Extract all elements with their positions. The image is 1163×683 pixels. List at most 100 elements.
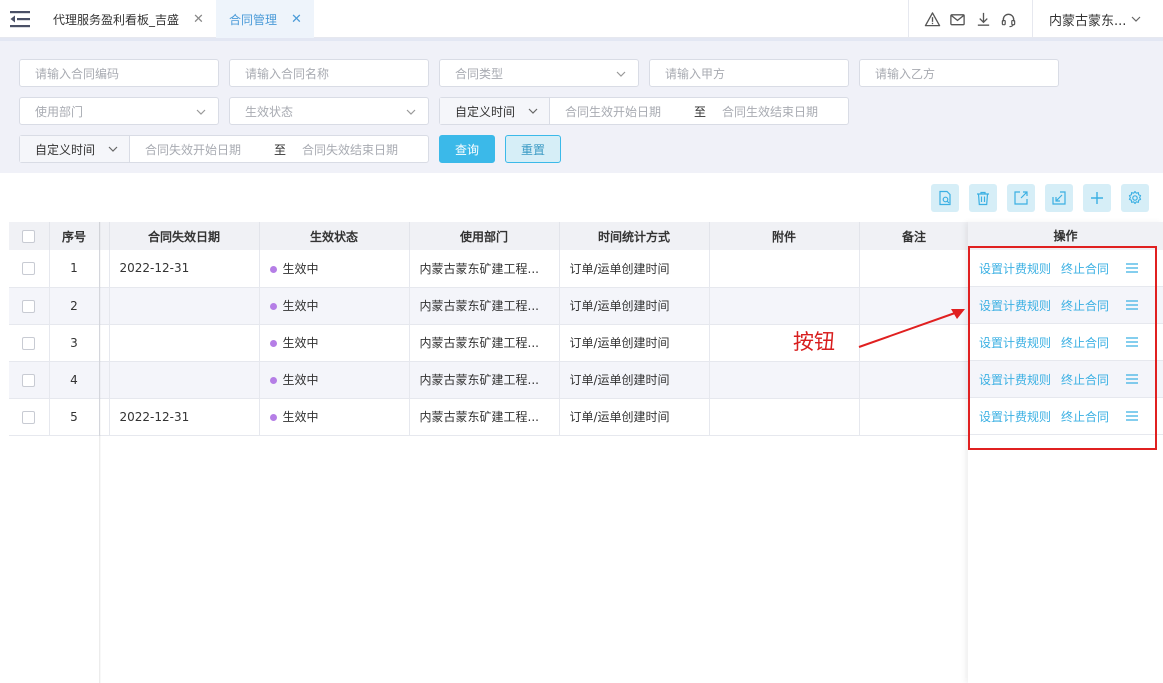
- export-icon: [1014, 191, 1028, 205]
- contract-type-select[interactable]: 合同类型: [439, 59, 639, 87]
- table-header-row: 序号 合同失效日期 生效状态 使用部门 时间统计方式 附件 备注: [9, 222, 970, 250]
- column-header[interactable]: 附件: [709, 222, 860, 250]
- department-cell: 内蒙古蒙东矿建工程...: [409, 398, 560, 436]
- range-separator: 至: [274, 142, 287, 157]
- row-select-cell: [9, 361, 50, 399]
- menu-fold-icon[interactable]: [8, 8, 32, 30]
- status-dot: [269, 414, 277, 421]
- expire-date-cell: [109, 287, 260, 325]
- mail-icon[interactable]: [949, 11, 966, 28]
- download-icon[interactable]: [975, 11, 992, 28]
- contract-name-input[interactable]: 请输入合同名称: [229, 59, 429, 87]
- tab-profit-board[interactable]: 代理服务盈利看板_吉盛 ✕: [40, 0, 216, 38]
- row-number: 1: [49, 250, 100, 288]
- time-mode-cell: 订单/运单创建时间: [559, 324, 710, 362]
- expire-date-cell: [109, 361, 260, 399]
- expire-start-date-input[interactable]: 合同失效开始日期: [130, 141, 274, 158]
- query-button[interactable]: 查询: [439, 135, 495, 163]
- expire-date-range: 自定义时间 合同失效开始日期 至 合同失效结束日期: [19, 135, 429, 163]
- tab-label: 合同管理: [229, 12, 278, 27]
- document-search-icon: [939, 190, 951, 206]
- expire-date-cell: [109, 324, 260, 362]
- row-checkbox[interactable]: [22, 410, 36, 424]
- table-row[interactable]: 1 2022-12-31 生效中 内蒙古蒙东矿建工程... 订单/运单创建时间: [9, 250, 970, 288]
- status-select[interactable]: 生效状态: [229, 97, 429, 125]
- column-header[interactable]: 使用部门: [409, 222, 560, 250]
- department-cell: 内蒙古蒙东矿建工程...: [409, 361, 560, 399]
- status-cell: 生效中: [259, 287, 410, 325]
- tab-contract-management[interactable]: 合同管理 ✕: [216, 0, 314, 38]
- department-cell: 内蒙古蒙东矿建工程...: [409, 250, 560, 288]
- time-mode-select[interactable]: 自定义时间: [440, 98, 550, 124]
- top-bar: 代理服务盈利看板_吉盛 ✕ 合同管理 ✕ 内蒙古蒙东...: [0, 0, 1163, 38]
- party-b-input[interactable]: 请输入乙方: [859, 59, 1059, 87]
- headset-icon[interactable]: [1000, 11, 1017, 28]
- placeholder-text: 生效状态: [245, 104, 294, 119]
- expire-end-date-input[interactable]: 合同失效结束日期: [302, 141, 398, 158]
- department-select[interactable]: 使用部门: [19, 97, 219, 125]
- column-settings-button[interactable]: [1121, 184, 1149, 212]
- view-detail-button[interactable]: [931, 184, 959, 212]
- tab-label: 代理服务盈利看板_吉盛: [53, 12, 180, 27]
- row-checkbox[interactable]: [22, 262, 36, 276]
- attachment-cell: [709, 287, 860, 325]
- chevron-down-icon: [528, 108, 538, 114]
- effective-end-date-input[interactable]: 合同生效结束日期: [722, 103, 818, 120]
- time-mode-label: 自定义时间: [35, 142, 96, 157]
- placeholder-text: 请输入合同名称: [245, 66, 330, 81]
- table-row[interactable]: 2 生效中 内蒙古蒙东矿建工程... 订单/运单创建时间: [9, 287, 970, 325]
- table-row[interactable]: 4 生效中 内蒙古蒙东矿建工程... 订单/运单创建时间: [9, 361, 970, 399]
- status-cell: 生效中: [259, 361, 410, 399]
- status-cell: 生效中: [259, 324, 410, 362]
- import-button[interactable]: [1045, 184, 1073, 212]
- row-checkbox[interactable]: [22, 299, 36, 313]
- select-all-checkbox[interactable]: [22, 230, 36, 243]
- export-button[interactable]: [1007, 184, 1035, 212]
- row-select-cell: [9, 287, 50, 325]
- filter-panel: 请输入合同编码 请输入合同名称 合同类型 请输入甲方 请输入乙方 使用部门 生效…: [0, 38, 1163, 173]
- row-number: 4: [49, 361, 100, 399]
- placeholder-text: 合同类型: [455, 66, 504, 81]
- status-dot: [269, 265, 277, 273]
- chevron-down-icon: [108, 146, 118, 152]
- warning-icon[interactable]: [924, 11, 941, 28]
- close-icon[interactable]: ✕: [291, 12, 302, 27]
- attachment-cell: [709, 398, 860, 436]
- time-mode-cell: 订单/运单创建时间: [559, 250, 710, 288]
- remark-cell: [859, 398, 970, 436]
- status-text: 生效中: [282, 336, 319, 350]
- time-mode-label: 自定义时间: [455, 104, 516, 119]
- placeholder-text: 请输入乙方: [875, 66, 936, 81]
- attachment-cell: [709, 361, 860, 399]
- expire-date-cell: 2022-12-31: [109, 398, 260, 436]
- column-header[interactable]: 备注: [859, 222, 970, 250]
- column-header[interactable]: 合同失效日期: [109, 222, 260, 250]
- row-checkbox[interactable]: [22, 373, 36, 387]
- attachment-cell: [709, 324, 860, 362]
- column-header[interactable]: 时间统计方式: [559, 222, 710, 250]
- close-icon[interactable]: ✕: [193, 12, 204, 27]
- time-mode-cell: 订单/运单创建时间: [559, 361, 710, 399]
- organization-select[interactable]: 内蒙古蒙东...: [1032, 0, 1163, 38]
- chevron-down-icon: [1131, 16, 1141, 22]
- row-number: 3: [49, 324, 100, 362]
- status-cell: 生效中: [259, 250, 410, 288]
- row-number: 5: [49, 398, 100, 436]
- range-separator: 至: [694, 104, 707, 119]
- effective-start-date-input[interactable]: 合同生效开始日期: [550, 103, 694, 120]
- delete-button[interactable]: [969, 184, 997, 212]
- time-mode-select[interactable]: 自定义时间: [20, 136, 130, 162]
- reset-button[interactable]: 重置: [505, 135, 561, 163]
- row-checkbox[interactable]: [22, 336, 36, 350]
- add-button[interactable]: [1083, 184, 1111, 212]
- contract-code-input[interactable]: 请输入合同编码: [19, 59, 219, 87]
- annotation-arrow-icon: [858, 309, 965, 348]
- status-text: 生效中: [282, 410, 319, 424]
- column-header[interactable]: 序号: [49, 222, 100, 250]
- party-a-input[interactable]: 请输入甲方: [649, 59, 849, 87]
- table-row[interactable]: 5 2022-12-31 生效中 内蒙古蒙东矿建工程... 订单/运单创建时间: [9, 398, 970, 436]
- time-mode-cell: 订单/运单创建时间: [559, 287, 710, 325]
- status-text: 生效中: [282, 299, 319, 313]
- column-header[interactable]: 生效状态: [259, 222, 410, 250]
- import-icon: [1052, 191, 1066, 205]
